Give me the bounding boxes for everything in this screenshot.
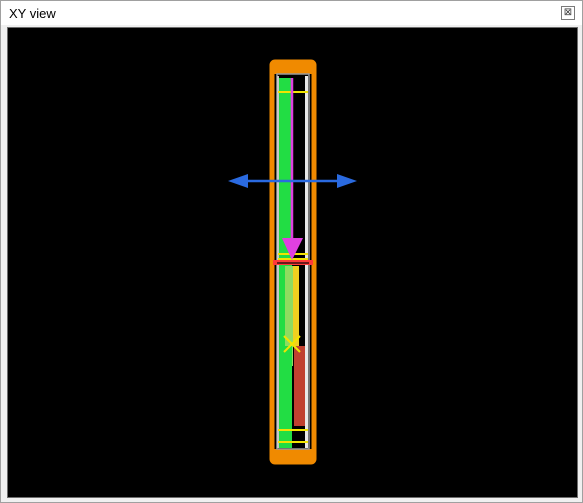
xy-view-window: XY view ⊠ (0, 0, 583, 503)
close-button[interactable]: ⊠ (561, 6, 575, 20)
scene-svg (228, 59, 357, 465)
window-title: XY view (9, 6, 56, 21)
close-icon: ⊠ (563, 7, 573, 18)
green-fill-lower (280, 346, 292, 426)
xy-canvas[interactable] (7, 27, 578, 498)
red-fill (294, 346, 305, 426)
divider-bar-dark (277, 262, 309, 264)
yellow-fill (293, 266, 299, 346)
title-bar: XY view ⊠ (1, 1, 582, 25)
